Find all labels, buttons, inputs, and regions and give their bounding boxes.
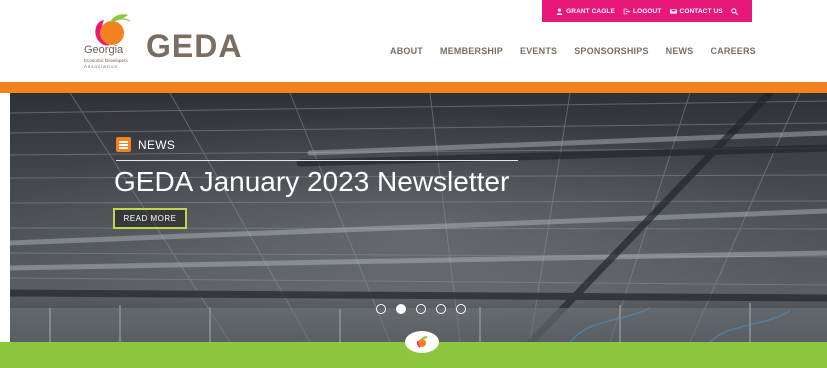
logo-org-text: Economic Developers Association xyxy=(84,58,128,69)
orange-divider-edge xyxy=(0,82,10,93)
carousel-dot-3[interactable] xyxy=(416,304,426,314)
nav-item-careers[interactable]: CAREERS xyxy=(710,46,755,56)
logout-link[interactable]: LOGOUT xyxy=(623,8,661,15)
envelope-icon xyxy=(669,8,677,14)
nav-item-events[interactable]: EVENTS xyxy=(520,46,557,56)
logout-label: LOGOUT xyxy=(633,7,662,15)
hero-carousel: NEWS GEDA January 2023 Newsletter READ M… xyxy=(10,93,827,342)
logo-wordmark: GEDA xyxy=(146,28,243,64)
user-account-link[interactable]: GRANT CAGLE xyxy=(556,8,615,15)
logout-icon xyxy=(623,8,631,14)
nav-item-sponsorships[interactable]: SPONSORSHIPS xyxy=(574,46,648,56)
nav-item-about[interactable]: ABOUT xyxy=(390,46,423,56)
peach-icon xyxy=(416,336,428,348)
contact-us-link[interactable]: CONTACT US xyxy=(669,7,723,15)
user-name: GRANT CAGLE xyxy=(566,7,615,15)
utility-bar: GRANT CAGLE LOGOUT CONTACT US xyxy=(542,0,752,22)
green-band-edge xyxy=(0,342,10,368)
logo-state-text: Georgia xyxy=(84,44,124,56)
news-category-label: NEWS xyxy=(138,137,176,152)
hero-divider xyxy=(116,160,518,161)
logo-org-line1: Economic Developers xyxy=(84,58,128,63)
carousel-dot-5[interactable] xyxy=(456,304,466,314)
nav-item-news[interactable]: NEWS xyxy=(666,46,694,56)
read-more-button[interactable]: READ MORE xyxy=(113,208,187,229)
nav-item-membership[interactable]: MEMBERSHIP xyxy=(440,46,503,56)
scroll-down-button[interactable] xyxy=(405,331,439,353)
orange-divider xyxy=(10,82,827,93)
contact-us-label: CONTACT US xyxy=(679,7,723,15)
news-icon xyxy=(116,137,131,152)
search-icon xyxy=(731,7,738,15)
logo-org-line2: Association xyxy=(84,63,119,69)
main-nav: ABOUT MEMBERSHIP EVENTS SPONSORSHIPS NEW… xyxy=(390,46,756,56)
carousel-dot-1[interactable] xyxy=(376,304,386,314)
hero-title[interactable]: GEDA January 2023 Newsletter xyxy=(114,166,509,198)
carousel-pagination xyxy=(376,304,466,314)
user-icon xyxy=(556,7,563,15)
search-button[interactable] xyxy=(731,7,738,15)
news-category-tag: NEWS xyxy=(116,137,175,152)
site-logo[interactable]: Georgia Economic Developers Association … xyxy=(84,8,264,80)
page: GRANT CAGLE LOGOUT CONTACT US Georgia Ec… xyxy=(0,0,827,368)
carousel-dot-2[interactable] xyxy=(396,304,406,314)
carousel-dot-4[interactable] xyxy=(436,304,446,314)
